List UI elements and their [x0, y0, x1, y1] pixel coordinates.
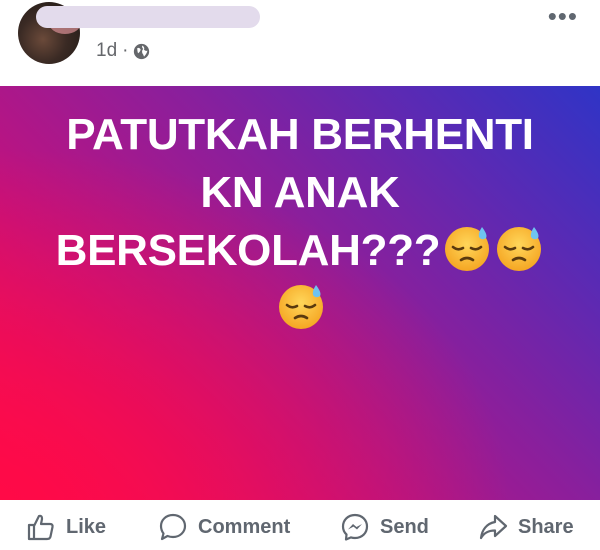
post-text-line-4-row	[0, 280, 600, 338]
more-options-icon[interactable]: •••	[548, 3, 578, 29]
post-text-line-1: PATUTKAH BERHENTI	[66, 110, 534, 159]
share-button[interactable]: Share	[478, 510, 574, 544]
messenger-icon	[341, 513, 369, 541]
send-button[interactable]: Send	[340, 510, 429, 544]
post-header: 1d · •••	[0, 0, 600, 86]
post-actions-bar: Like Comment Send Share	[0, 500, 600, 550]
globe-icon	[134, 43, 150, 59]
downcast-sweat-emoji	[279, 285, 323, 329]
share-label: Share	[518, 515, 574, 538]
meta-separator: ·	[122, 40, 129, 61]
post-text-line-3: BERSEKOLAH???	[55, 226, 441, 275]
post-text-line-2: KN ANAK	[200, 168, 400, 217]
send-label: Send	[380, 515, 429, 538]
downcast-sweat-emoji	[445, 227, 490, 271]
post-time[interactable]: 1d	[96, 40, 117, 62]
share-icon	[479, 514, 508, 540]
post-meta: 1d ·	[96, 40, 150, 62]
like-label: Like	[66, 515, 107, 538]
comment-icon	[159, 513, 187, 541]
author-name-redacted[interactable]	[36, 6, 260, 28]
like-button[interactable]: Like	[26, 510, 106, 544]
downcast-sweat-emoji	[497, 227, 542, 271]
comment-label: Comment	[198, 515, 291, 538]
comment-button[interactable]: Comment	[158, 510, 290, 544]
like-icon	[27, 514, 54, 541]
post-text: PATUTKAH BERHENTI KN ANAK BERSEKOLAH???	[0, 106, 600, 338]
post-text-line-3-row: BERSEKOLAH???	[0, 222, 600, 280]
